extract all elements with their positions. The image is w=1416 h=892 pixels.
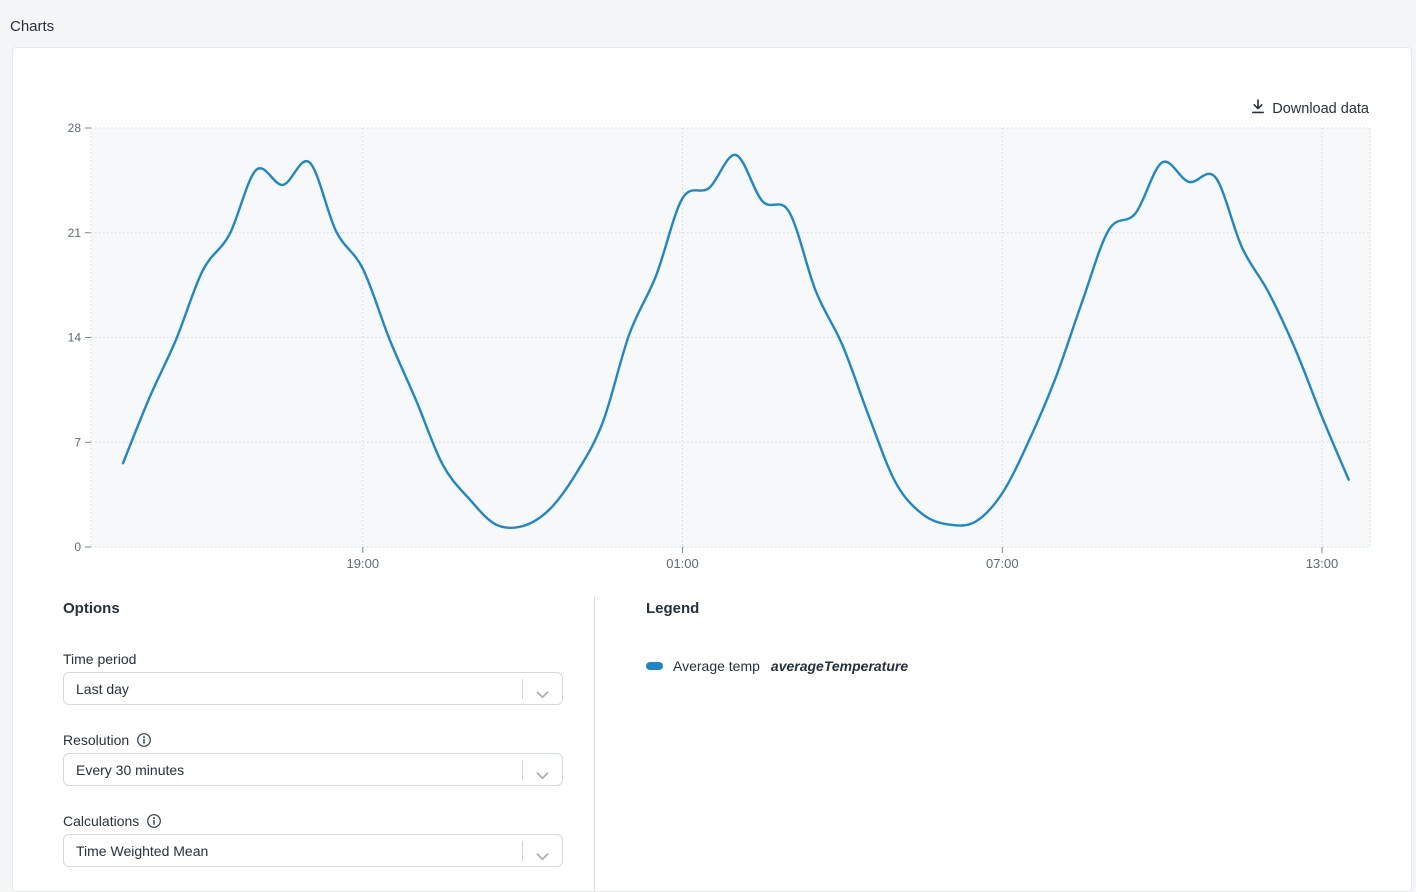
calculations-select[interactable]: Time Weighted Mean xyxy=(63,834,563,867)
time-period-select[interactable]: Last day xyxy=(63,672,563,705)
panel-divider xyxy=(594,596,595,891)
svg-text:28: 28 xyxy=(68,121,82,135)
svg-text:21: 21 xyxy=(68,226,82,240)
time-period-label: Time period xyxy=(63,651,136,667)
legend-item: Average temp averageTemperature xyxy=(646,658,908,674)
temperature-chart[interactable]: 0 7 14 21 28 19:00 01:00 07:00 13:00 xyxy=(13,48,1413,583)
download-data-button[interactable]: Download data xyxy=(1251,99,1369,118)
chevron-down-icon xyxy=(536,686,549,702)
svg-text:01:00: 01:00 xyxy=(666,556,699,571)
resolution-value: Every 30 minutes xyxy=(76,762,184,778)
resolution-select[interactable]: Every 30 minutes xyxy=(63,753,563,786)
legend-panel: Legend Average temp averageTemperature xyxy=(646,600,908,674)
select-separator xyxy=(522,679,523,699)
time-period-value: Last day xyxy=(76,681,129,697)
charts-card: Download data 0 7 14 21 28 19:00 01:00 07:00 13:… xyxy=(12,47,1412,892)
info-icon[interactable] xyxy=(146,813,162,829)
options-panel: Options Time period Last day Resolution … xyxy=(63,600,563,867)
svg-text:0: 0 xyxy=(74,540,81,554)
svg-text:07:00: 07:00 xyxy=(986,556,1019,571)
download-label: Download data xyxy=(1272,101,1369,117)
options-heading: Options xyxy=(63,600,563,618)
svg-text:13:00: 13:00 xyxy=(1306,556,1339,571)
svg-text:7: 7 xyxy=(74,435,81,449)
resolution-label: Resolution xyxy=(63,732,129,748)
info-icon[interactable] xyxy=(136,732,152,748)
legend-heading: Legend xyxy=(646,600,908,618)
page-title: Charts xyxy=(10,18,54,35)
series-color-marker xyxy=(646,662,663,670)
select-separator xyxy=(522,841,523,861)
download-icon xyxy=(1251,99,1265,118)
svg-text:19:00: 19:00 xyxy=(347,556,380,571)
chevron-down-icon xyxy=(536,767,549,783)
legend-series-label: Average temp xyxy=(673,658,760,674)
chevron-down-icon xyxy=(536,848,549,864)
svg-text:14: 14 xyxy=(68,331,82,345)
calculations-label: Calculations xyxy=(63,813,139,829)
calculations-value: Time Weighted Mean xyxy=(76,843,208,859)
legend-series-variable: averageTemperature xyxy=(771,658,908,674)
select-separator xyxy=(522,760,523,780)
